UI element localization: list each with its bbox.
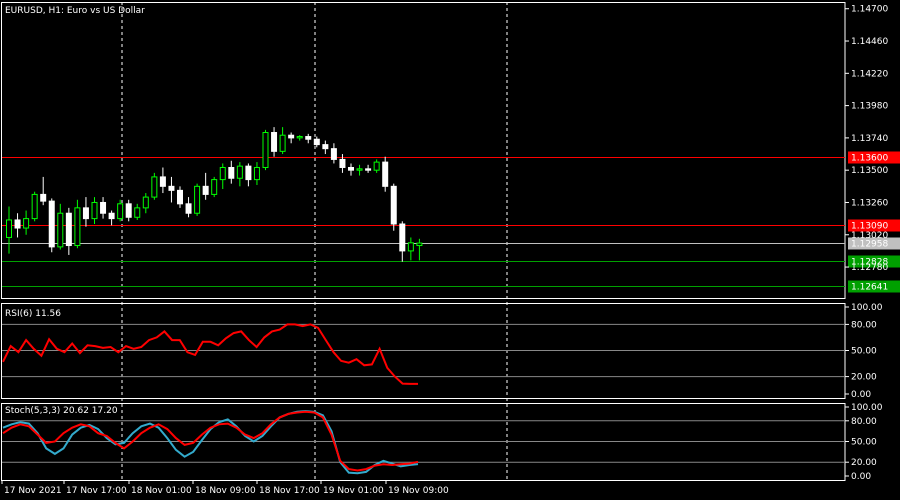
time-axis-label: 18 Nov 09:00 [195, 486, 256, 496]
stoch-axis-label: 100.00 [851, 403, 883, 413]
candle-body [14, 219, 21, 229]
stoch-axis-label: 80.00 [851, 417, 877, 427]
candle-body [407, 242, 414, 252]
candle-body [40, 193, 47, 202]
rsi-axis-label: 0.00 [851, 390, 871, 400]
candle-body [168, 185, 175, 191]
chart-title: EURUSD, H1: Euro vs US Dollar [5, 6, 145, 16]
candle-body [279, 134, 286, 152]
chart-canvas: 1.136001.130901.129581.128281.12641 17 N… [1, 2, 900, 496]
candle-body [134, 207, 141, 218]
candle-body [365, 168, 372, 171]
candle-body [373, 161, 380, 171]
candle-body [185, 203, 192, 214]
time-axis-label: 17 Nov 2021 [4, 486, 62, 496]
candle-body [330, 148, 337, 160]
candle-body [339, 158, 346, 168]
candle-body [382, 161, 389, 187]
candle-body [236, 165, 243, 179]
candle-body [262, 132, 269, 168]
candle-body [211, 179, 218, 195]
candle-body [6, 219, 12, 238]
candle-body [348, 166, 354, 171]
candle-body [31, 193, 38, 220]
candle-body [82, 207, 89, 220]
rsi-axis-label: 80.00 [851, 320, 877, 330]
price-axis-label: 1.13740 [851, 134, 888, 144]
candle-body [356, 168, 363, 171]
price-axis-label: 1.13260 [851, 198, 888, 208]
price-axis-label: 1.12780 [851, 263, 888, 273]
price-axis-label: 1.14220 [851, 69, 888, 79]
price-level-tag-label: 1.12641 [851, 283, 888, 293]
stoch-axis-label: 20.00 [851, 458, 877, 468]
candle-body [390, 185, 397, 225]
rsi-axis-label: 20.00 [851, 373, 877, 383]
price-axis-label: 1.13980 [851, 102, 888, 112]
stoch-label: Stoch(5,3,3) 20.62 17.20 [5, 406, 118, 416]
rsi-line [2, 323, 418, 385]
candle-body [322, 144, 329, 150]
candle-body [117, 203, 124, 220]
candle-body [399, 223, 406, 252]
candle-body [271, 132, 278, 152]
candle-body [202, 185, 209, 195]
price-levels: 1.136001.130901.129581.128281.12641 [2, 151, 900, 293]
candle-body [100, 201, 107, 214]
candle-body [142, 196, 149, 209]
rsi-axis-label: 50.00 [851, 347, 877, 357]
stoch-axis-label: 0.00 [851, 472, 871, 482]
candle-body [91, 201, 98, 220]
candle-body [74, 207, 81, 247]
candlesticks [6, 127, 423, 262]
price-axis-label: 1.14460 [851, 37, 888, 47]
candle-body [57, 212, 64, 248]
price-axis-label: 1.14700 [851, 5, 888, 15]
price-axis-label: 1.13500 [851, 166, 888, 176]
candle-body [177, 189, 183, 205]
candle-body [253, 166, 260, 181]
price-axis-label: 1.13020 [851, 231, 888, 241]
rsi-axis-label: 100.00 [851, 303, 883, 313]
candle-body [65, 212, 72, 247]
candle-body [125, 203, 132, 218]
candle-body [48, 200, 55, 248]
rsi-label: RSI(6) 11.56 [5, 309, 61, 319]
time-axis-label: 19 Nov 09:00 [388, 486, 449, 496]
candle-body [313, 138, 320, 146]
axes: 17 Nov 2021 17 Nov 17:00 18 Nov 01:00 18 No… [1, 5, 888, 496]
time-axis-label: 19 Nov 01:00 [323, 486, 384, 496]
price-level-tag-label: 1.12958 [851, 240, 888, 250]
time-axis-label: 17 Nov 17:00 [66, 486, 127, 496]
time-axis-label: 18 Nov 17:00 [259, 486, 320, 496]
time-axis-label: 18 Nov 01:00 [131, 486, 192, 496]
candle-body [288, 134, 295, 139]
candle-body [245, 165, 252, 181]
candle-body [219, 166, 226, 181]
candle-body [228, 166, 235, 179]
main-panel-frame [1, 2, 846, 299]
candle-body [296, 136, 303, 139]
candle-body [416, 242, 423, 247]
candle-body [151, 176, 158, 198]
candle-body [305, 136, 312, 140]
candle-body [159, 176, 166, 187]
candle-body [23, 218, 30, 229]
candle-body [108, 212, 115, 220]
stoch-axis-label: 50.00 [851, 438, 877, 448]
grid-lines [1, 2, 846, 481]
price-level-tag-label: 1.13600 [851, 154, 888, 164]
candle-body [194, 185, 201, 214]
